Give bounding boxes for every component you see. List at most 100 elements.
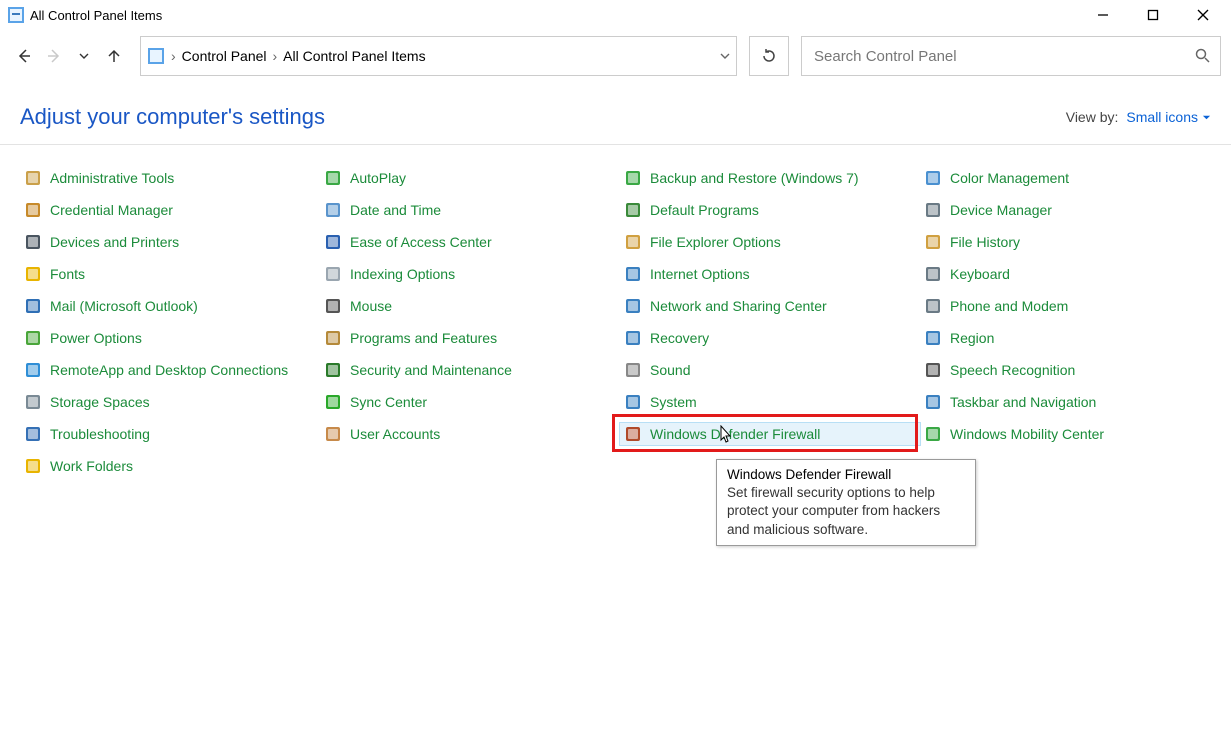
cp-item-label: Windows Defender Firewall bbox=[650, 426, 820, 442]
autoplay-icon bbox=[324, 169, 342, 187]
sync-center-icon bbox=[324, 393, 342, 411]
refresh-button[interactable] bbox=[749, 36, 789, 76]
cp-item-keyboard[interactable]: Keyboard bbox=[920, 263, 1220, 285]
view-by-label: View by: bbox=[1066, 109, 1119, 125]
credential-manager-icon bbox=[24, 201, 42, 219]
cp-item-label: Windows Mobility Center bbox=[950, 426, 1104, 442]
taskbar-and-navigation-icon bbox=[924, 393, 942, 411]
breadcrumb-current[interactable]: All Control Panel Items bbox=[283, 48, 425, 64]
cp-item-backup-and-restore[interactable]: Backup and Restore (Windows 7) bbox=[620, 167, 920, 189]
cp-item-label: File History bbox=[950, 234, 1020, 250]
default-programs-icon bbox=[624, 201, 642, 219]
search-input[interactable] bbox=[812, 47, 1186, 66]
cp-item-security-and-maintenance[interactable]: Security and Maintenance bbox=[320, 359, 620, 381]
cp-item-label: Fonts bbox=[50, 266, 85, 282]
cp-item-label: Credential Manager bbox=[50, 202, 173, 218]
cp-item-region[interactable]: Region bbox=[920, 327, 1220, 349]
speech-recognition-icon bbox=[924, 361, 942, 379]
maximize-button[interactable] bbox=[1139, 1, 1167, 29]
tooltip-title: Windows Defender Firewall bbox=[727, 466, 965, 484]
search-icon[interactable] bbox=[1194, 47, 1210, 66]
search-box[interactable] bbox=[801, 36, 1221, 76]
administrative-tools-icon bbox=[24, 169, 42, 187]
cp-item-label: Troubleshooting bbox=[50, 426, 150, 442]
recent-locations-dropdown[interactable] bbox=[74, 46, 94, 66]
cp-item-label: Device Manager bbox=[950, 202, 1052, 218]
recovery-icon bbox=[624, 329, 642, 347]
cp-item-indexing-options[interactable]: Indexing Options bbox=[320, 263, 620, 285]
cp-item-label: AutoPlay bbox=[350, 170, 406, 186]
address-bar[interactable]: › Control Panel › All Control Panel Item… bbox=[140, 36, 737, 76]
cp-item-taskbar-and-navigation[interactable]: Taskbar and Navigation bbox=[920, 391, 1220, 413]
back-button[interactable] bbox=[14, 46, 34, 66]
heading-row: Adjust your computer's settings View by:… bbox=[0, 86, 1231, 144]
cp-item-phone-and-modem[interactable]: Phone and Modem bbox=[920, 295, 1220, 317]
cp-item-power-options[interactable]: Power Options bbox=[20, 327, 320, 349]
breadcrumb-root[interactable]: Control Panel bbox=[182, 48, 267, 64]
cp-item-windows-defender-firewall[interactable]: Windows Defender Firewall bbox=[620, 423, 920, 445]
user-accounts-icon bbox=[324, 425, 342, 443]
tooltip: Windows Defender Firewall Set firewall s… bbox=[716, 459, 976, 546]
cp-item-network-and-sharing-center[interactable]: Network and Sharing Center bbox=[620, 295, 920, 317]
divider bbox=[0, 144, 1231, 145]
cp-item-label: Phone and Modem bbox=[950, 298, 1068, 314]
cp-item-mail-outlook[interactable]: Mail (Microsoft Outlook) bbox=[20, 295, 320, 317]
cp-item-windows-mobility-center[interactable]: Windows Mobility Center bbox=[920, 423, 1220, 445]
cp-item-date-and-time[interactable]: Date and Time bbox=[320, 199, 620, 221]
close-button[interactable] bbox=[1189, 1, 1217, 29]
breadcrumb-chevron-icon[interactable]: › bbox=[171, 48, 176, 64]
cp-item-devices-and-printers[interactable]: Devices and Printers bbox=[20, 231, 320, 253]
cp-item-label: RemoteApp and Desktop Connections bbox=[50, 362, 288, 378]
cp-item-label: Storage Spaces bbox=[50, 394, 150, 410]
control-panel-app-icon bbox=[8, 7, 24, 23]
cp-item-remoteapp-desktop-connections[interactable]: RemoteApp and Desktop Connections bbox=[20, 359, 320, 381]
windows-defender-firewall-icon bbox=[624, 425, 642, 443]
work-folders-icon bbox=[24, 457, 42, 475]
address-dropdown-icon[interactable] bbox=[720, 48, 730, 64]
fonts-icon bbox=[24, 265, 42, 283]
cp-item-programs-and-features[interactable]: Programs and Features bbox=[320, 327, 620, 349]
cp-item-file-history[interactable]: File History bbox=[920, 231, 1220, 253]
cp-item-label: Backup and Restore (Windows 7) bbox=[650, 170, 859, 186]
cp-item-internet-options[interactable]: Internet Options bbox=[620, 263, 920, 285]
cp-item-file-explorer-options[interactable]: File Explorer Options bbox=[620, 231, 920, 253]
view-by-dropdown[interactable]: Small icons bbox=[1126, 109, 1211, 125]
cp-item-ease-of-access-center[interactable]: Ease of Access Center bbox=[320, 231, 620, 253]
programs-and-features-icon bbox=[324, 329, 342, 347]
cp-item-label: Security and Maintenance bbox=[350, 362, 512, 378]
cp-item-label: Indexing Options bbox=[350, 266, 455, 282]
breadcrumb-chevron-icon[interactable]: › bbox=[273, 48, 278, 64]
forward-button[interactable] bbox=[44, 46, 64, 66]
cp-item-work-folders[interactable]: Work Folders bbox=[20, 455, 320, 477]
cp-item-user-accounts[interactable]: User Accounts bbox=[320, 423, 620, 445]
cp-item-label: Programs and Features bbox=[350, 330, 497, 346]
indexing-options-icon bbox=[324, 265, 342, 283]
cp-item-label: Mouse bbox=[350, 298, 392, 314]
page-title: Adjust your computer's settings bbox=[20, 104, 325, 130]
cp-item-credential-manager[interactable]: Credential Manager bbox=[20, 199, 320, 221]
up-button[interactable] bbox=[104, 46, 124, 66]
cp-item-mouse[interactable]: Mouse bbox=[320, 295, 620, 317]
cp-item-sync-center[interactable]: Sync Center bbox=[320, 391, 620, 413]
cp-item-recovery[interactable]: Recovery bbox=[620, 327, 920, 349]
cp-item-storage-spaces[interactable]: Storage Spaces bbox=[20, 391, 320, 413]
cp-item-label: Work Folders bbox=[50, 458, 133, 474]
sound-icon bbox=[624, 361, 642, 379]
cp-item-fonts[interactable]: Fonts bbox=[20, 263, 320, 285]
cp-item-sound[interactable]: Sound bbox=[620, 359, 920, 381]
cp-item-default-programs[interactable]: Default Programs bbox=[620, 199, 920, 221]
cp-item-device-manager[interactable]: Device Manager bbox=[920, 199, 1220, 221]
file-history-icon bbox=[924, 233, 942, 251]
cp-item-label: Sound bbox=[650, 362, 690, 378]
internet-options-icon bbox=[624, 265, 642, 283]
cp-item-system[interactable]: System bbox=[620, 391, 920, 413]
minimize-button[interactable] bbox=[1089, 1, 1117, 29]
cp-item-administrative-tools[interactable]: Administrative Tools bbox=[20, 167, 320, 189]
cp-item-label: Keyboard bbox=[950, 266, 1010, 282]
cp-item-label: Taskbar and Navigation bbox=[950, 394, 1096, 410]
troubleshooting-icon bbox=[24, 425, 42, 443]
cp-item-color-management[interactable]: Color Management bbox=[920, 167, 1220, 189]
cp-item-troubleshooting[interactable]: Troubleshooting bbox=[20, 423, 320, 445]
cp-item-speech-recognition[interactable]: Speech Recognition bbox=[920, 359, 1220, 381]
cp-item-autoplay[interactable]: AutoPlay bbox=[320, 167, 620, 189]
